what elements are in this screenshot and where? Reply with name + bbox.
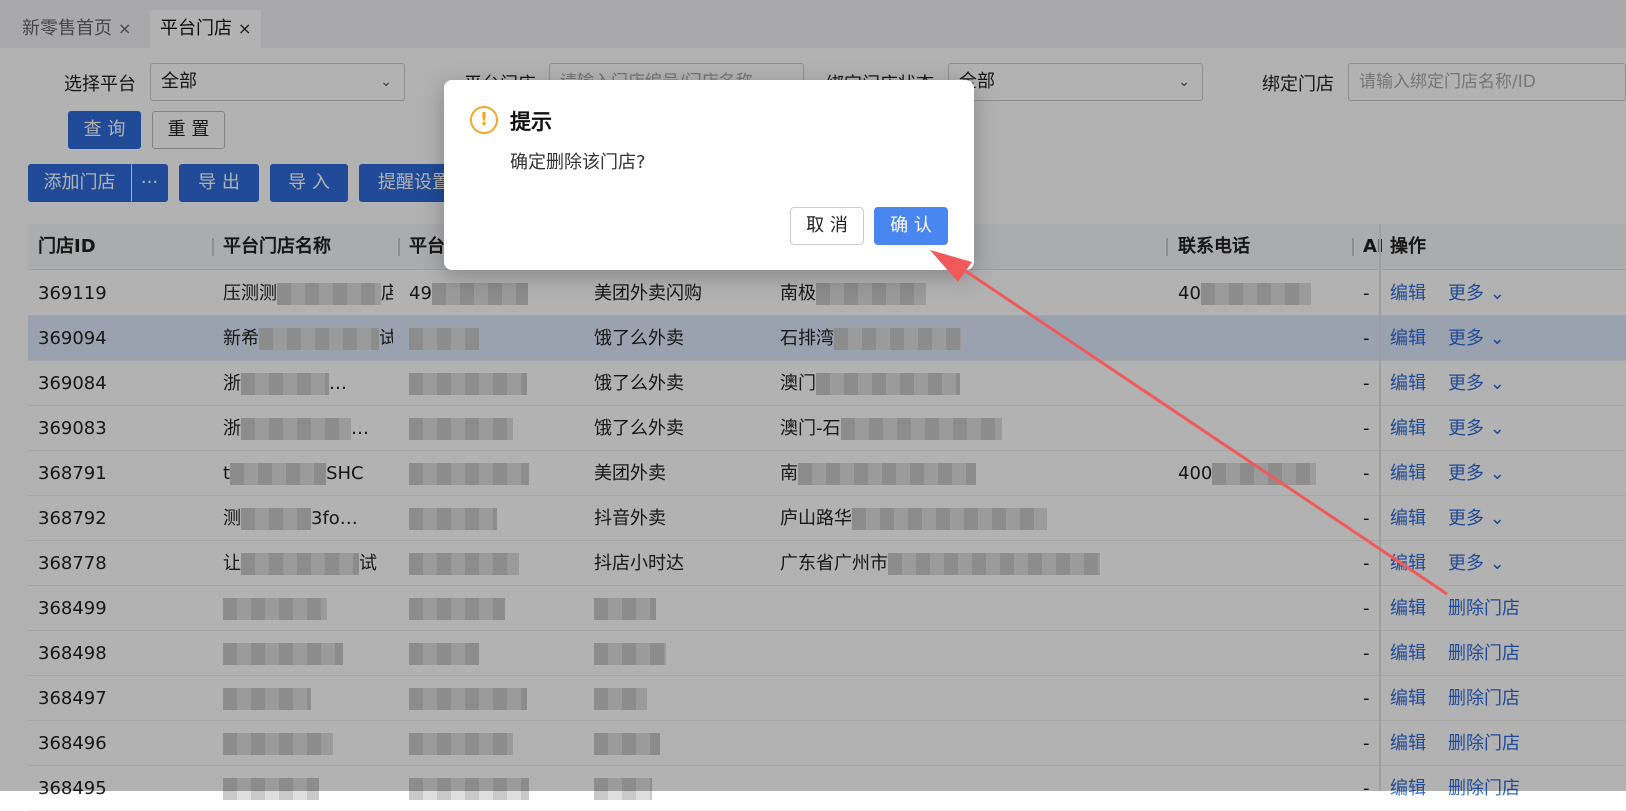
annotation-arrow [930,250,1448,596]
arrow-head [930,250,972,282]
arrow-shaft [957,264,1448,596]
